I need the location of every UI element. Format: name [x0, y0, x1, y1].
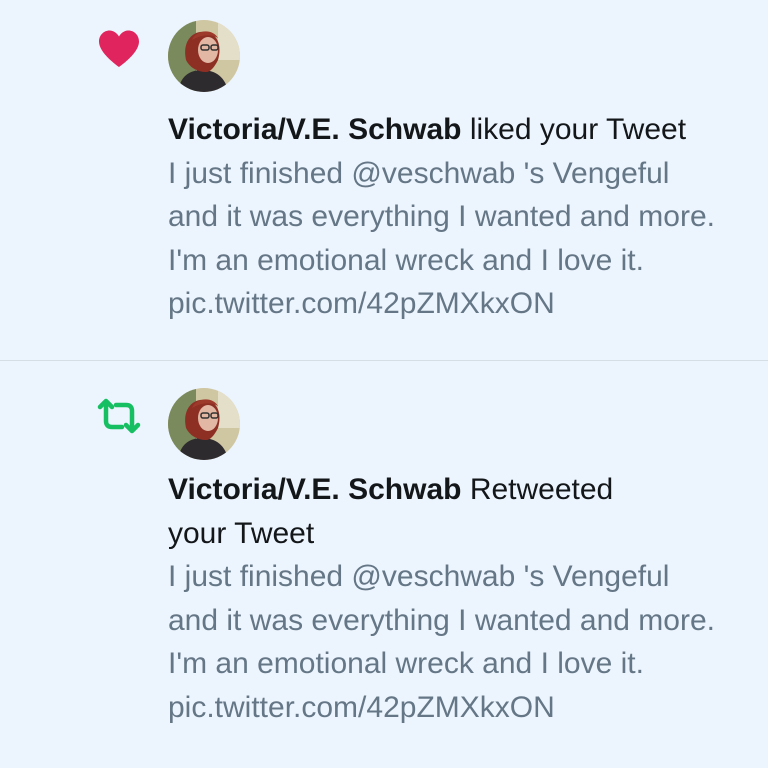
notification-content: Victoria/V.E. Schwab Retweeted your Twee… — [168, 468, 768, 729]
avatar[interactable] — [168, 388, 240, 460]
tweet-text[interactable]: I just finished @veschwab 's Vengeful an… — [168, 555, 768, 729]
avatar[interactable] — [168, 20, 240, 92]
notification-like[interactable]: Victoria/V.E. Schwab liked your Tweet I … — [0, 0, 768, 361]
user-name[interactable]: Victoria/V.E. Schwab — [168, 113, 461, 146]
notification-header: Victoria/V.E. Schwab liked your Tweet — [168, 108, 768, 152]
notifications-feed: Victoria/V.E. Schwab liked your Tweet I … — [0, 0, 768, 768]
notification-retweet[interactable]: Victoria/V.E. Schwab Retweeted your Twee… — [0, 362, 768, 768]
notification-content: Victoria/V.E. Schwab liked your Tweet I … — [168, 108, 768, 326]
user-name[interactable]: Victoria/V.E. Schwab — [168, 473, 461, 506]
action-text: liked your Tweet — [469, 113, 687, 146]
tweet-text[interactable]: I just finished @veschwab 's Vengeful an… — [168, 152, 768, 326]
heart-icon — [96, 26, 142, 72]
retweet-icon — [96, 393, 142, 439]
notification-header: Victoria/V.E. Schwab Retweeted your Twee… — [168, 468, 768, 555]
